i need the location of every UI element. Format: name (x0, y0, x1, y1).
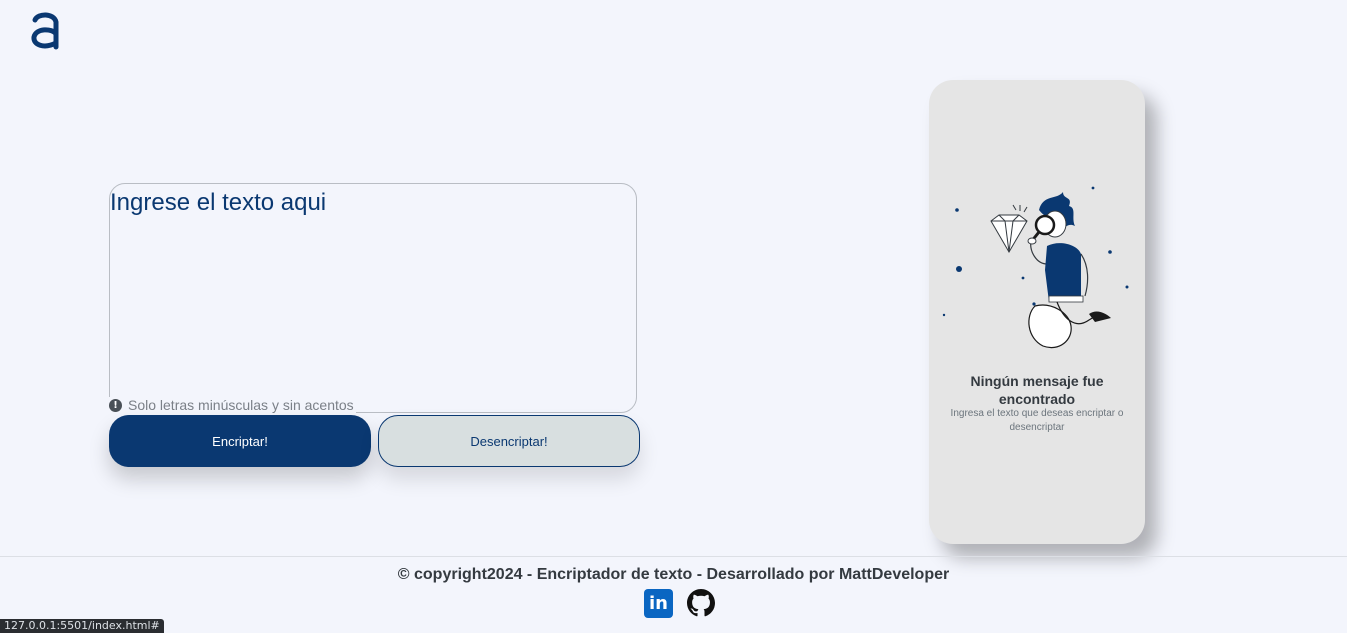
footer-divider (0, 556, 1347, 557)
alura-logo-icon[interactable] (30, 10, 60, 50)
social-links: in (644, 589, 715, 618)
browser-status-url: 127.0.0.1:5501/index.html# (0, 619, 164, 633)
encrypt-button[interactable]: Encriptar! (109, 415, 371, 467)
linkedin-icon[interactable]: in (644, 589, 673, 618)
text-input-placeholder[interactable]: Ingrese el texto aqui (110, 189, 326, 217)
footer-copyright: © copyright2024 - Encriptador de texto -… (397, 566, 950, 583)
empty-state-subtitle: Ingresa el texto que deseas encriptar o … (950, 408, 1124, 433)
hint-row: ! Solo letras minúsculas y sin acentos (109, 397, 356, 413)
github-icon[interactable] (687, 589, 715, 617)
hint-text: Solo letras minúsculas y sin acentos (128, 397, 354, 413)
decrypt-button[interactable]: Desencriptar! (378, 415, 640, 467)
empty-state-title: Ningún mensaje fue encontrado (970, 373, 1104, 407)
person-with-magnifier-illustration (942, 186, 1129, 349)
output-panel: Ningún mensaje fue encontrado Ingresa el… (929, 80, 1145, 544)
text-input[interactable] (109, 183, 637, 413)
exclamation-icon: ! (109, 398, 122, 412)
